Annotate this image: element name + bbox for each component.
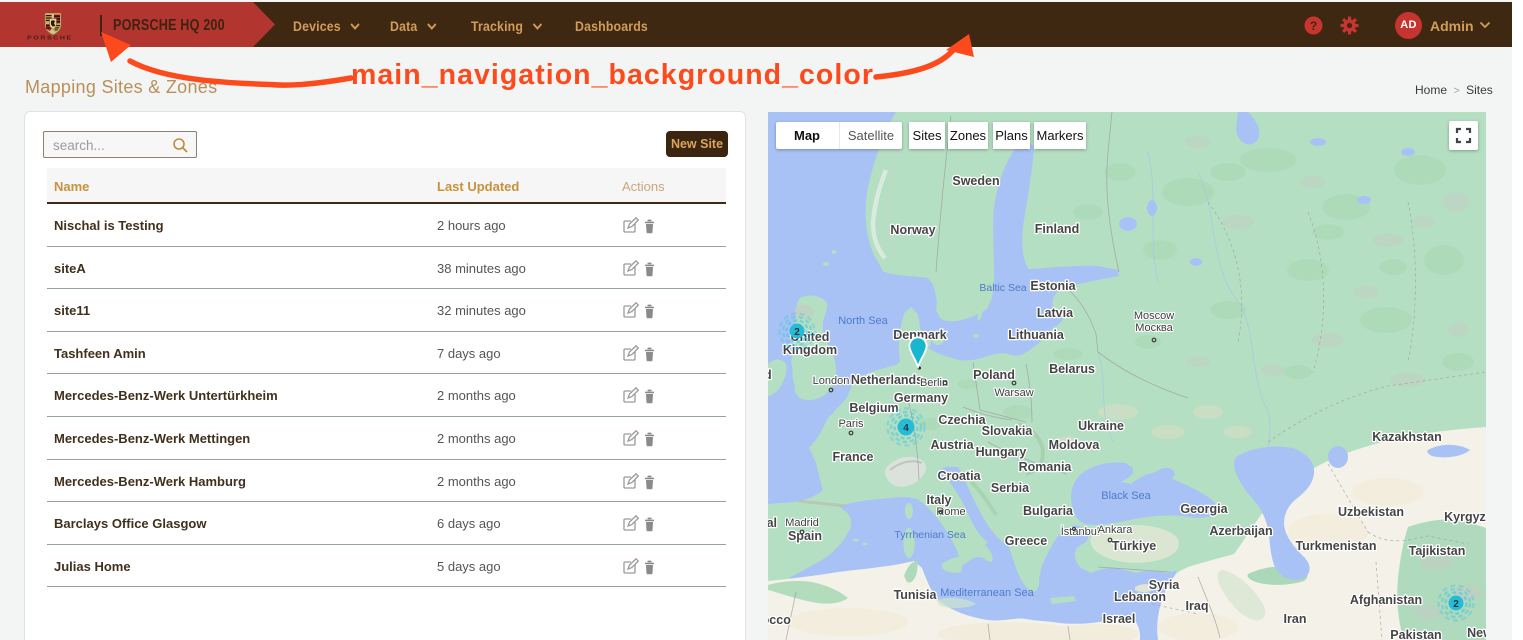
svg-text:Afghanistan: Afghanistan [1350,593,1422,607]
svg-text:Pakistan: Pakistan [1390,628,1441,640]
svg-text:Czechia: Czechia [938,413,986,427]
svg-text:Turkmenistan: Turkmenistan [1295,539,1376,553]
svg-text:Spain: Spain [788,529,822,543]
svg-text:4: 4 [903,423,909,434]
svg-text:Tyrrhenian Sea: Tyrrhenian Sea [894,529,965,541]
svg-text:Warsaw: Warsaw [994,387,1033,399]
svg-text:Austria: Austria [930,438,974,452]
svg-text:Slovakia: Slovakia [982,424,1034,438]
svg-text:Poland: Poland [973,368,1015,382]
svg-text:France: France [833,450,874,464]
svg-text:?: ? [1310,19,1317,33]
svg-text:Rome: Rome [936,506,965,518]
svg-text:Black Sea: Black Sea [1101,490,1151,502]
svg-text:Serbia: Serbia [991,481,1030,495]
svg-text:Finland: Finland [1035,222,1079,236]
svg-text:Italy: Italy [926,493,951,507]
svg-text:Belarus: Belarus [1049,362,1095,376]
svg-text:Belgium: Belgium [849,401,898,415]
svg-text:Netherlands: Netherlands [851,373,923,387]
svg-text:Azerbaijan: Azerbaijan [1209,524,1272,538]
svg-text:Greece: Greece [1005,534,1047,548]
svg-text:Tajikistan: Tajikistan [1409,544,1466,558]
svg-text:North Sea: North Sea [838,315,888,327]
svg-text:Berlin: Berlin [920,377,948,389]
svg-text:Lebanon: Lebanon [1114,590,1166,604]
svg-text:nd: nd [768,368,772,382]
svg-text:Kingdom: Kingdom [783,343,837,357]
svg-text:Moldova: Moldova [1049,438,1101,452]
svg-text:London: London [813,375,850,387]
svg-text:orocco: orocco [768,613,791,627]
svg-text:Uzbekistan: Uzbekistan [1338,505,1404,519]
svg-text:Ukraine: Ukraine [1078,419,1124,433]
svg-text:Türkiye: Türkiye [1112,539,1157,553]
svg-text:Lithuania: Lithuania [1008,328,1065,342]
svg-text:Bulgaria: Bulgaria [1023,504,1074,518]
svg-text:Iran: Iran [1284,612,1307,626]
svg-text:Norway: Norway [890,223,935,237]
svg-text:Kyrgyzsta: Kyrgyzsta [1444,510,1486,524]
svg-text:Paris: Paris [838,418,864,430]
svg-text:Hungary: Hungary [976,445,1027,459]
svg-text:Georgia: Georgia [1180,502,1228,516]
svg-text:Kazakhstan: Kazakhstan [1372,430,1441,444]
svg-text:Moscow: Moscow [1134,310,1174,322]
svg-text:Madrid: Madrid [785,517,819,529]
svg-text:Sweden: Sweden [952,174,999,188]
svg-text:Romania: Romania [1019,460,1073,474]
svg-text:Croatia: Croatia [937,469,981,483]
svg-text:2: 2 [794,327,800,338]
svg-text:İstanbul: İstanbul [1061,525,1100,538]
svg-text:Москва: Москва [1135,322,1173,334]
svg-text:Iraq: Iraq [1186,599,1209,613]
svg-text:gal: gal [768,516,777,530]
svg-text:Tunisia: Tunisia [894,588,938,602]
svg-text:Latvia: Latvia [1037,306,1074,320]
svg-text:Israel: Israel [1103,612,1136,626]
svg-text:Estonia: Estonia [1030,279,1076,293]
svg-text:Mediterranean Sea: Mediterranean Sea [940,587,1034,599]
svg-text:Baltic Sea: Baltic Sea [979,282,1026,294]
svg-text:Ankara: Ankara [1098,524,1134,536]
svg-text:2: 2 [1453,599,1459,610]
svg-text:Germany: Germany [894,391,948,405]
svg-text:New: New [1467,626,1486,640]
